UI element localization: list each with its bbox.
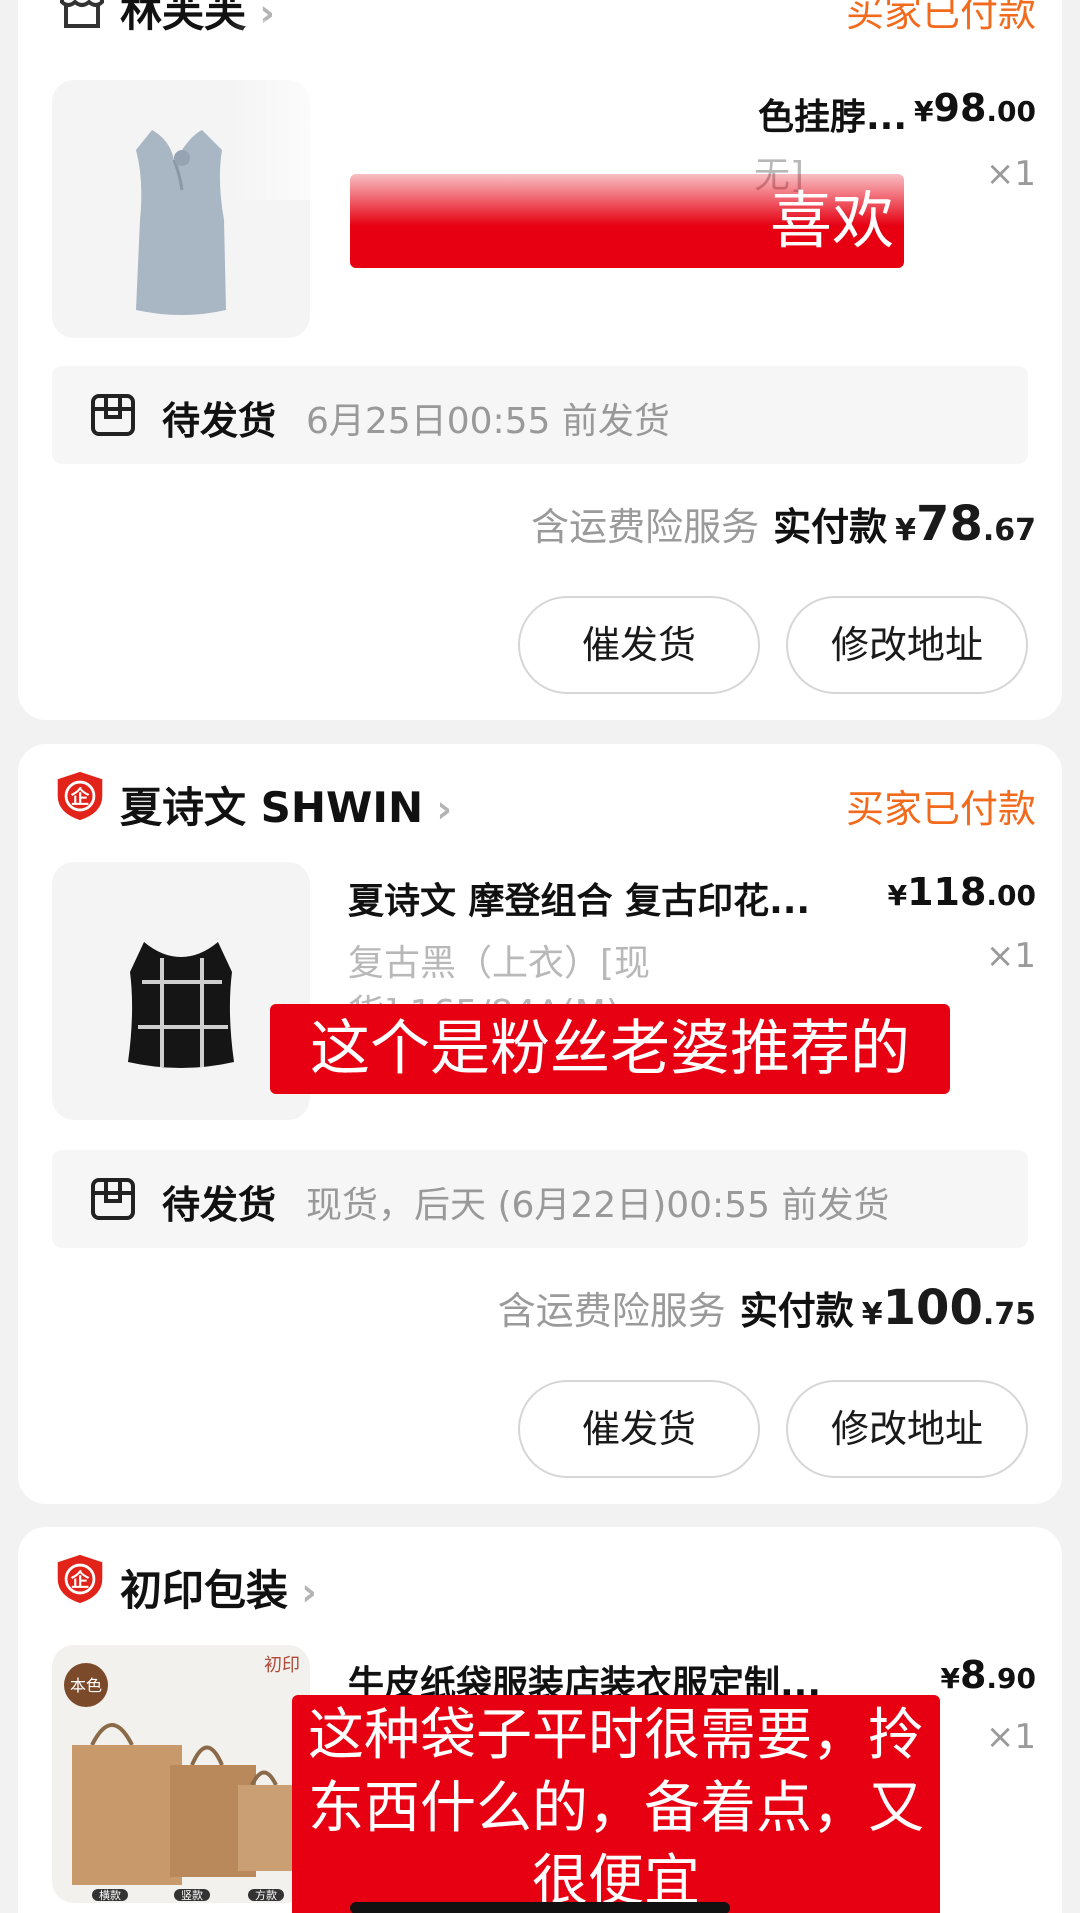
- thumb-brand: 初印: [264, 1655, 300, 1676]
- home-indicator[interactable]: [350, 1902, 730, 1913]
- order-total: 含运费险服务 实付款 ¥78.67: [531, 496, 1036, 552]
- urge-shipment-button[interactable]: 催发货: [518, 1380, 760, 1478]
- order-total: 含运费险服务 实付款 ¥100.75: [497, 1280, 1036, 1336]
- shipping-status-bar[interactable]: 待发货 现货，后天 (6月22日)00:55 前发货: [52, 1150, 1028, 1248]
- change-address-button[interactable]: 修改地址: [786, 1380, 1028, 1478]
- caption-overlay: 这个是粉丝老婆推荐的: [270, 1004, 950, 1094]
- ship-deadline: 现货，后天 (6月22日)00:55 前发货: [306, 1185, 890, 1226]
- paid-label: 实付款: [773, 505, 888, 549]
- blurred-region: [228, 20, 768, 200]
- order-card: 企 初印包装 › 本色 初印 横款 竖款 方款 牛皮纸袋服装店装衣服定制...: [18, 1527, 1062, 1913]
- svg-text:企: 企: [70, 786, 90, 808]
- item-price: ¥8.90: [940, 1653, 1036, 1697]
- urge-shipment-button[interactable]: 催发货: [518, 596, 760, 694]
- svg-text:企: 企: [70, 1569, 90, 1591]
- enterprise-badge-icon: 企: [57, 1554, 103, 1604]
- caption-line: 东西什么的，备着点，又: [308, 1776, 924, 1841]
- order-card: 企 夏诗文 SHWIN › 买家已付款 夏诗文 摩登组合 复古印花... 复古黑…: [18, 744, 1062, 1504]
- product-thumbnail[interactable]: 本色 初印 横款 竖款 方款: [52, 1645, 310, 1903]
- item-sku: 复古黑（上衣）[现: [348, 943, 651, 984]
- shipping-status-bar[interactable]: 待发货 6月25日00:55 前发货: [52, 366, 1028, 464]
- thumb-badge: 本色: [70, 1676, 102, 1695]
- order-status: 买家已付款: [845, 787, 1036, 831]
- caption-overlay: 喜欢: [350, 174, 904, 268]
- item-qty: ×1: [985, 936, 1036, 976]
- order-card: 林芙芙 › 买家已付款 色挂脖... 无] ¥98.00 ×1 喜欢 待发货 6…: [18, 0, 1062, 720]
- enterprise-badge-icon: 企: [57, 771, 103, 821]
- item-title[interactable]: 色挂脖...: [758, 88, 907, 140]
- caption-line: 这种袋子平时很需要，拎: [308, 1703, 924, 1768]
- ship-label: 待发货: [162, 399, 277, 443]
- store-name[interactable]: 初印包装: [120, 1566, 288, 1615]
- item-price: ¥98.00: [914, 86, 1036, 130]
- insurance-note: 含运费险服务: [497, 1289, 726, 1333]
- ship-label: 待发货: [162, 1183, 277, 1227]
- chevron-right-icon[interactable]: ›: [423, 787, 452, 831]
- insurance-note: 含运费险服务: [531, 505, 760, 549]
- caption-overlay: 这种袋子平时很需要，拎 东西什么的，备着点，又 很便宜: [292, 1695, 940, 1913]
- kraft-bags-image: 本色 初印 横款 竖款 方款: [64, 1655, 300, 1902]
- item-price: ¥118.00: [887, 870, 1036, 914]
- shop-icon: [60, 0, 104, 28]
- chevron-right-icon[interactable]: ›: [288, 1570, 317, 1614]
- thumb-label: 横款: [99, 1888, 121, 1902]
- item-qty: ×1: [985, 154, 1036, 194]
- item-title[interactable]: 夏诗文 摩登组合 复古印花...: [348, 872, 810, 924]
- store-name[interactable]: 夏诗文 SHWIN: [120, 783, 423, 832]
- paid-label: 实付款: [739, 1289, 854, 1333]
- package-box-icon: [91, 1178, 135, 1220]
- package-box-icon: [91, 394, 135, 436]
- item-qty: ×1: [985, 1717, 1036, 1757]
- order-status: 买家已付款: [845, 0, 1036, 35]
- thumb-label: 竖款: [181, 1888, 203, 1902]
- ship-deadline: 6月25日00:55 前发货: [306, 401, 670, 442]
- thumb-label: 方款: [255, 1888, 277, 1902]
- change-address-button[interactable]: 修改地址: [786, 596, 1028, 694]
